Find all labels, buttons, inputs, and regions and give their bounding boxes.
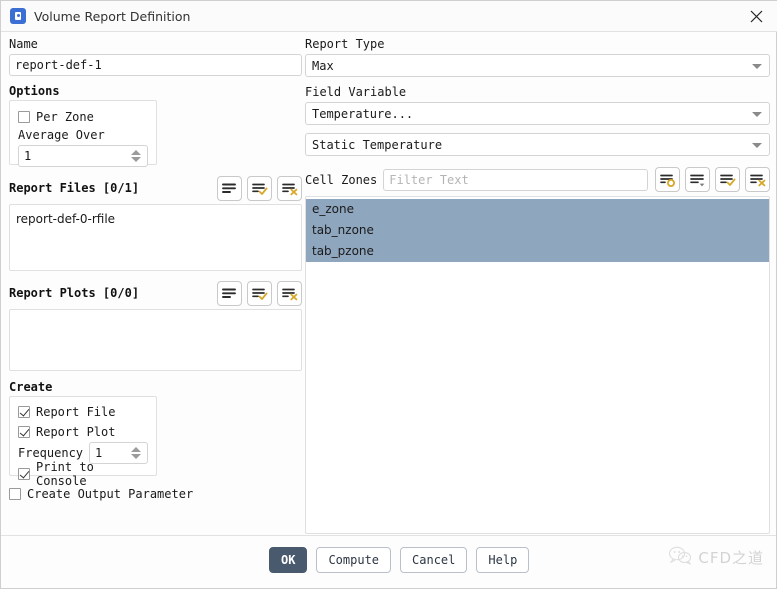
- list-delete-icon[interactable]: [745, 167, 770, 192]
- close-icon[interactable]: [734, 1, 777, 31]
- report-plots-label: Report Plots [0/0]: [9, 285, 140, 300]
- print-console-checkbox-row[interactable]: Print to Console: [18, 460, 148, 488]
- list-item[interactable]: report-def-0-rfile: [10, 209, 301, 230]
- list-check-icon[interactable]: [715, 167, 740, 192]
- dialog-window: Volume Report Definition Name Options Pe…: [0, 0, 777, 589]
- chevron-down-icon[interactable]: [131, 454, 141, 459]
- report-type-value: Max: [312, 58, 334, 73]
- per-zone-label: Per Zone: [36, 110, 94, 124]
- list-check-icon[interactable]: [247, 281, 272, 306]
- name-label: Name: [9, 37, 38, 51]
- average-over-input[interactable]: [19, 149, 147, 163]
- name-input[interactable]: [9, 54, 302, 76]
- chevron-down-icon[interactable]: [131, 157, 141, 162]
- print-console-checkbox[interactable]: [18, 468, 30, 480]
- left-panel: Name Options Per Zone Average Over Repor…: [9, 37, 302, 504]
- cell-zones-selection[interactable]: e_zone tab_nzone tab_pzone: [306, 199, 769, 262]
- report-plot-label: Report Plot: [36, 425, 116, 439]
- compute-button[interactable]: Compute: [316, 547, 392, 573]
- field-variable-select[interactable]: Temperature...: [305, 102, 770, 125]
- title-bar: Volume Report Definition: [1, 1, 777, 32]
- fluent-app-icon: [10, 8, 26, 24]
- output-parameter-checkbox-row[interactable]: Create Output Parameter: [9, 484, 302, 504]
- frequency-label: Frequency: [18, 446, 84, 460]
- list-select-icon[interactable]: [655, 167, 680, 192]
- chevron-down-icon[interactable]: [752, 111, 762, 117]
- output-parameter-label: Create Output Parameter: [27, 487, 194, 501]
- report-type-label: Report Type: [305, 37, 385, 51]
- report-plot-checkbox-row[interactable]: Report Plot: [18, 422, 148, 442]
- wechat-logo-icon: [668, 546, 692, 568]
- create-label: Create: [9, 380, 53, 394]
- report-plot-checkbox[interactable]: [18, 426, 30, 438]
- report-file-checkbox-row[interactable]: Report File: [18, 402, 148, 422]
- output-parameter-checkbox[interactable]: [9, 488, 21, 500]
- report-files-label: Report Files [0/1]: [9, 180, 140, 195]
- list-delete-icon[interactable]: [277, 281, 302, 306]
- button-row: OK Compute Cancel Help: [269, 547, 530, 573]
- chevron-down-icon[interactable]: [752, 63, 762, 69]
- cell-zones-list[interactable]: e_zone tab_nzone tab_pzone: [305, 196, 770, 534]
- list-item[interactable]: tab_nzone: [306, 220, 769, 241]
- help-button[interactable]: Help: [476, 547, 530, 573]
- chevron-up-icon[interactable]: [131, 150, 141, 155]
- filter-input[interactable]: [383, 168, 648, 191]
- watermark-text: CFD之道: [698, 548, 764, 567]
- cell-zones-toolbar: [655, 167, 770, 192]
- right-panel: Report Type Max Field Variable Temperatu…: [305, 37, 770, 534]
- list-icon[interactable]: [217, 281, 242, 306]
- create-group: Report File Report Plot Frequency Print: [9, 396, 157, 488]
- window-title: Volume Report Definition: [34, 8, 191, 24]
- list-item[interactable]: e_zone: [306, 199, 769, 220]
- chevron-down-icon[interactable]: [752, 142, 762, 148]
- average-over-label: Average Over: [18, 128, 105, 142]
- print-console-label: Print to Console: [36, 460, 94, 488]
- field-variable-sub-select[interactable]: Static Temperature: [305, 133, 770, 156]
- footer-divider: [1, 535, 776, 536]
- report-file-label: Report File: [36, 405, 116, 419]
- per-zone-checkbox[interactable]: [18, 111, 30, 123]
- list-item[interactable]: tab_pzone: [306, 241, 769, 262]
- report-files-toolbar: [217, 176, 302, 201]
- average-over-stepper[interactable]: [18, 145, 148, 167]
- options-label: Options: [9, 84, 60, 98]
- list-check-icon[interactable]: [247, 176, 272, 201]
- watermark: CFD之道: [668, 546, 764, 568]
- frequency-stepper[interactable]: [89, 442, 148, 464]
- field-variable-value: Temperature...: [312, 106, 414, 121]
- report-files-list[interactable]: report-def-0-rfile: [9, 204, 302, 271]
- cancel-button[interactable]: Cancel: [400, 547, 468, 573]
- ok-button[interactable]: OK: [269, 547, 308, 573]
- options-group: Per Zone Average Over: [9, 100, 157, 167]
- list-dropdown-icon[interactable]: [685, 167, 710, 192]
- report-type-select[interactable]: Max: [305, 54, 770, 77]
- field-variable-label: Field Variable: [305, 85, 407, 99]
- list-delete-icon[interactable]: [277, 176, 302, 201]
- list-icon[interactable]: [217, 176, 242, 201]
- per-zone-checkbox-row[interactable]: Per Zone: [18, 107, 148, 127]
- cell-zones-label: Cell Zones: [305, 172, 378, 187]
- average-over-arrows[interactable]: [131, 147, 144, 165]
- frequency-arrows[interactable]: [131, 444, 144, 462]
- report-plots-toolbar: [217, 281, 302, 306]
- chevron-up-icon[interactable]: [131, 447, 141, 452]
- report-plots-list[interactable]: [9, 309, 302, 371]
- field-variable-sub-value: Static Temperature: [312, 137, 443, 152]
- report-file-checkbox[interactable]: [18, 406, 30, 418]
